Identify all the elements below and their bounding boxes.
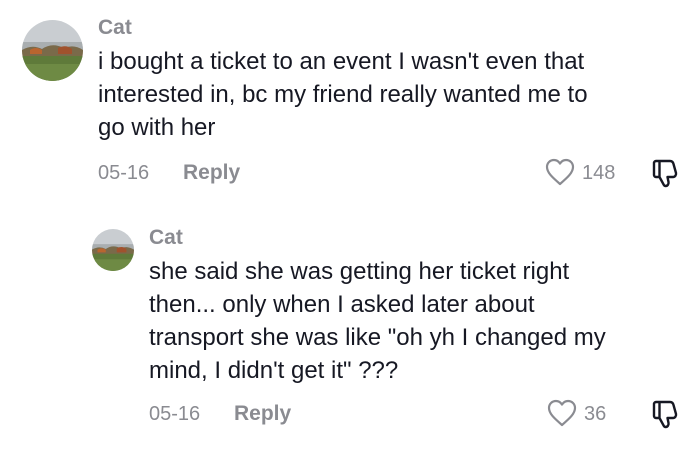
- comment-username[interactable]: Cat: [98, 17, 132, 38]
- comment-date: 05-16: [149, 403, 201, 425]
- comment-text-line: interested in, bc my friend really wante…: [98, 81, 588, 108]
- comment-text-line: then... only when I asked later about: [149, 291, 535, 318]
- comment-text-line: mind, I didn't get it" ???: [149, 357, 399, 384]
- comment-text-line: she said she was getting her ticket righ…: [149, 258, 570, 285]
- thumbs-down-icon[interactable]: [651, 158, 681, 188]
- thumbs-down-icon[interactable]: [651, 399, 681, 429]
- reply-comment: Cat she said she was getting her ticket …: [0, 210, 700, 450]
- reply-button[interactable]: Reply: [183, 162, 240, 183]
- comment-username[interactable]: Cat: [149, 227, 183, 248]
- comment-text-line: transport she was like "oh yh I changed …: [149, 324, 606, 351]
- comment-text: she said she was getting her ticket righ…: [149, 255, 689, 387]
- heart-outline-icon[interactable]: [545, 158, 575, 186]
- comment: Cat i bought a ticket to an event I wasn…: [0, 0, 700, 210]
- comment-text-line: i bought a ticket to an event I wasn't e…: [98, 48, 585, 75]
- heart-outline-icon[interactable]: [547, 399, 577, 427]
- comment-text-line: go with her: [98, 114, 216, 141]
- like-count: 36: [584, 403, 607, 425]
- avatar[interactable]: [22, 20, 83, 81]
- avatar[interactable]: [92, 229, 134, 271]
- like-count: 148: [582, 162, 616, 184]
- comment-text: i bought a ticket to an event I wasn't e…: [98, 45, 688, 144]
- comment-date: 05-16: [98, 162, 150, 184]
- reply-button[interactable]: Reply: [234, 403, 291, 424]
